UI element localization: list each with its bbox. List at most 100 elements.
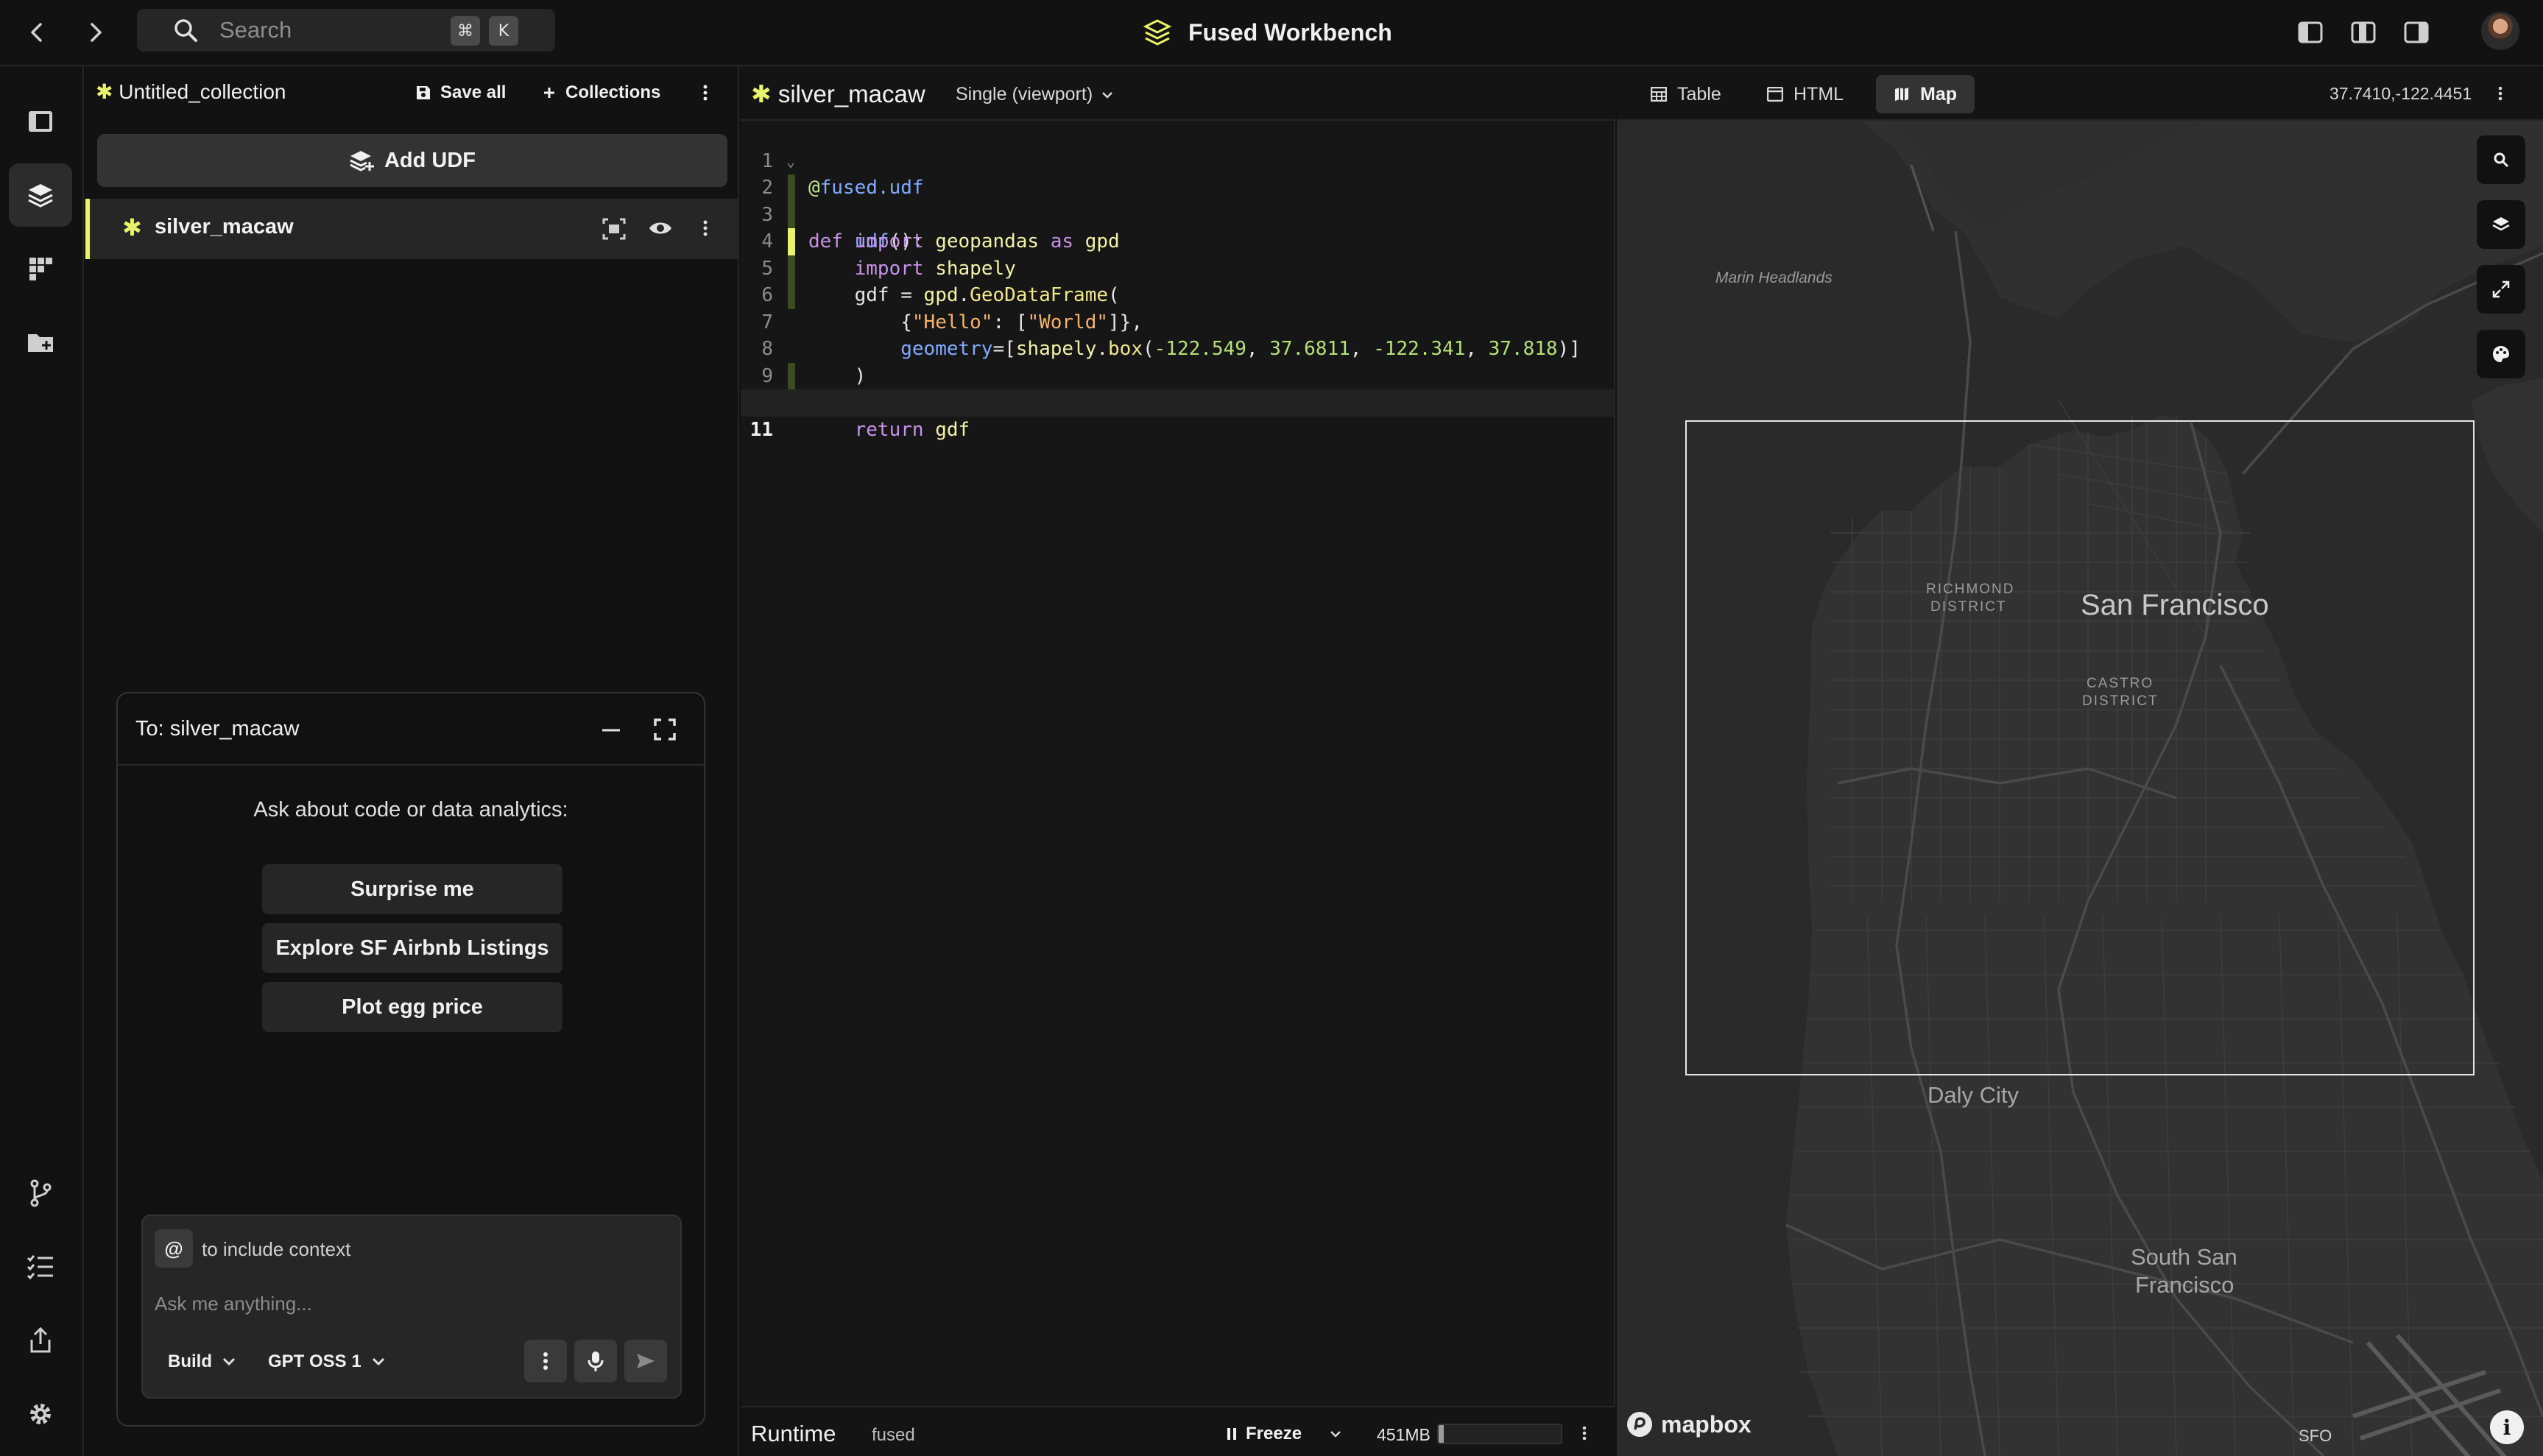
suggestion-surprise-me[interactable]: Surprise me [262, 864, 562, 914]
rail-sidebar-button[interactable] [9, 90, 72, 153]
tab-html[interactable]: HTML [1749, 75, 1861, 113]
layout-left-icon [2298, 21, 2323, 43]
code-line: 9 [761, 364, 773, 387]
save-all-button[interactable]: Save all [415, 82, 506, 103]
run-mode-dropdown[interactable]: Single (viewport) [956, 84, 1113, 105]
layout-center-button[interactable] [2349, 18, 2378, 47]
model-dropdown[interactable]: GPT OSS 1 [268, 1351, 385, 1372]
collections-button[interactable]: Collections [542, 82, 660, 103]
map-style-button[interactable] [2477, 330, 2525, 378]
user-avatar[interactable] [2481, 12, 2519, 50]
editor-udf-name[interactable]: ✱ silver_macaw [751, 79, 925, 108]
suggestion-explore-airbnb[interactable]: Explore SF Airbnb Listings [262, 923, 562, 973]
minimize-chat-button[interactable] [601, 721, 621, 739]
chevron-right-icon [91, 23, 102, 42]
mode-dropdown[interactable]: Build [168, 1351, 236, 1372]
pause-icon [1227, 1428, 1236, 1440]
chevron-down-icon [1330, 1431, 1341, 1438]
table-icon [1651, 87, 1667, 102]
code-line: 7 geometry=[shapely.box(-122.549, 37.681… [741, 282, 1614, 360]
runtime-more-button[interactable] [1581, 1425, 1587, 1441]
rail-git-button[interactable] [9, 1162, 72, 1225]
map-label-castro-1: CASTRO [2087, 676, 2154, 691]
microphone-icon [588, 1351, 604, 1371]
send-button[interactable] [624, 1340, 667, 1382]
map-fullscreen-button[interactable] [2477, 265, 2525, 314]
back-button[interactable] [21, 16, 53, 49]
map-label-south-sf-1: South San [2131, 1244, 2237, 1270]
sidebar-icon [29, 111, 52, 132]
layout-right-button[interactable] [2402, 18, 2431, 47]
app-title: Fused Workbench [1188, 18, 1392, 46]
map-label-castro-2: DISTRICT [2082, 693, 2159, 709]
chevron-down-icon [1102, 91, 1113, 99]
code-line: 1 @fused.udf [761, 149, 924, 199]
list-check-icon [27, 1255, 53, 1279]
expand-chat-button[interactable] [654, 718, 676, 741]
html-icon [1767, 87, 1783, 102]
search-placeholder: Search [219, 17, 292, 43]
memory-usage: 451MB [1377, 1425, 1431, 1444]
plus-icon [544, 88, 554, 98]
code-line: 10 return gdf [741, 362, 1614, 441]
code-line: 3 import geopandas as gpd [741, 174, 1614, 252]
memory-bar-fill [1439, 1425, 1444, 1443]
forward-button[interactable] [80, 16, 112, 49]
dashboard-icon [29, 258, 52, 280]
map-label-marin: Marin Headlands [1715, 269, 1833, 286]
rail-tasks-button[interactable] [9, 1235, 72, 1298]
udf-list-item[interactable]: ✱ silver_macaw [85, 199, 739, 259]
chat-recipient: To: silver_macaw [135, 717, 300, 741]
minimize-icon [602, 729, 620, 732]
chat-more-button[interactable] [524, 1340, 567, 1382]
tab-map[interactable]: Map [1876, 75, 1975, 113]
fold-chevron-icon[interactable]: ⌄ [786, 148, 795, 175]
fit-bounds-button[interactable] [602, 218, 626, 240]
top-bar: Search ⌘ K Fused Workbench [0, 0, 2543, 66]
shortcut-cmd-key: ⌘ [451, 16, 480, 46]
suggestion-plot-egg-price[interactable]: Plot egg price [262, 982, 562, 1032]
map-info-button[interactable]: i [2490, 1410, 2524, 1444]
add-udf-button[interactable]: Add UDF [97, 134, 727, 187]
results-more-button[interactable] [2497, 85, 2503, 102]
expand-icon [2492, 280, 2510, 298]
freeze-button[interactable]: Freeze [1227, 1424, 1341, 1444]
map-label-richmond-1: RICHMOND [1926, 582, 2015, 597]
voice-input-button[interactable] [574, 1340, 617, 1382]
code-line-active: 11 [741, 389, 1614, 441]
editor-tab-bar: ✱ silver_macaw Single (viewport) [741, 66, 1615, 121]
chat-input-placeholder[interactable]: Ask me anything... [155, 1293, 312, 1315]
map-layers-button[interactable] [2477, 200, 2525, 249]
code-area[interactable]: 1 @fused.udf 2 ⌄ def udf(): 3 import geo… [741, 121, 1614, 1406]
rail-settings-button[interactable] [9, 1382, 72, 1446]
layout-right-icon [2404, 21, 2429, 43]
modified-indicator: ✱ [96, 80, 113, 103]
map-canvas[interactable] [1617, 121, 2543, 1456]
search-input[interactable]: Search ⌘ K [137, 9, 555, 52]
tab-table[interactable]: Table [1633, 75, 1739, 113]
chat-input-box[interactable]: @ to include context Ask me anything... … [141, 1215, 682, 1399]
layout-left-button[interactable] [2296, 18, 2325, 47]
context-hint: to include context [202, 1238, 351, 1260]
code-editor-panel: ✱ silver_macaw Single (viewport) 1 @fuse… [741, 66, 1615, 1456]
save-icon [417, 86, 430, 99]
map-search-button[interactable] [2477, 135, 2525, 184]
rail-dashboard-button[interactable] [9, 237, 72, 300]
rail-share-button[interactable] [9, 1309, 72, 1372]
fit-bounds-icon [602, 218, 626, 240]
rail-layers-button[interactable] [9, 163, 72, 227]
git-branch-icon [30, 1179, 52, 1207]
rail-add-folder-button[interactable] [9, 311, 72, 374]
collection-more-button[interactable] [702, 84, 708, 102]
layers-add-icon [350, 151, 374, 172]
mapbox-attribution[interactable]: mapbox [1626, 1410, 1752, 1438]
udf-more-button[interactable] [702, 219, 708, 237]
visibility-toggle[interactable] [648, 219, 673, 237]
udf-name: silver_macaw [155, 215, 294, 238]
search-icon [2494, 152, 2509, 168]
context-mention-button[interactable]: @ [155, 1229, 193, 1268]
app-title-group: Fused Workbench [1141, 12, 1392, 53]
share-icon [30, 1326, 51, 1353]
chat-prompt-text: Ask about code or data analytics: [253, 798, 568, 821]
collection-title[interactable]: ✱ Untitled_collection [96, 79, 286, 104]
